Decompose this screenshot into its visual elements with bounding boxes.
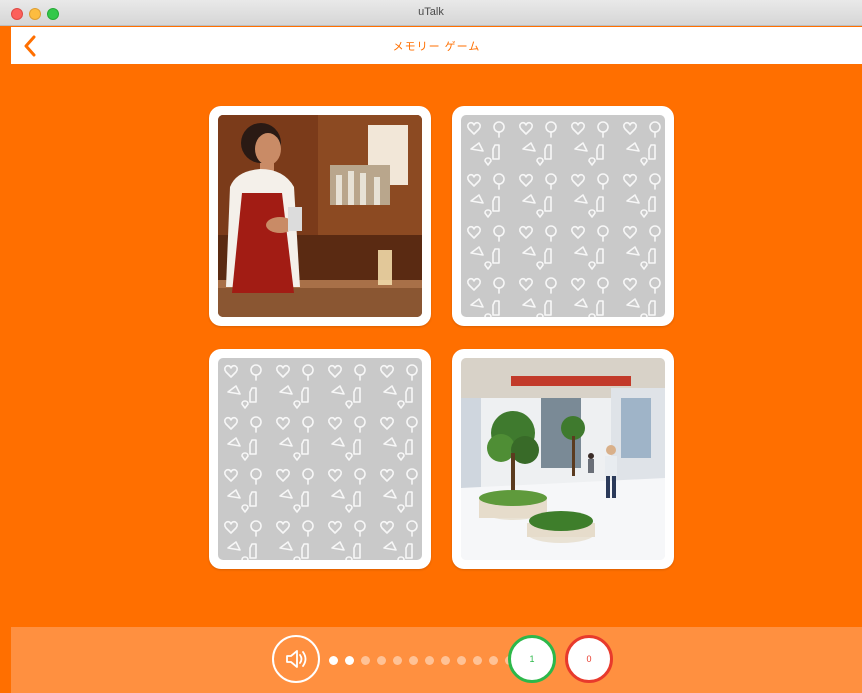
audio-button[interactable] — [272, 635, 320, 683]
memory-card-1[interactable] — [209, 106, 431, 326]
page-title: メモリー ゲーム — [392, 41, 481, 53]
progress-dot — [329, 655, 338, 665]
app-window: uTalk メモリー ゲーム 1 0 — [0, 0, 862, 693]
progress-dot — [473, 655, 482, 665]
progress-dot — [425, 655, 434, 665]
progress-dot — [409, 655, 418, 665]
correct-score-badge: 1 — [508, 635, 556, 683]
progress-indicator — [329, 655, 514, 665]
barista-photo — [218, 115, 422, 317]
footer-bar: 1 0 — [11, 627, 862, 693]
progress-dot — [345, 655, 354, 665]
wrong-score-badge: 0 — [565, 635, 613, 683]
progress-dot — [377, 655, 386, 665]
shopping-mall-photo — [461, 358, 665, 560]
progress-dot — [393, 655, 402, 665]
progress-dot — [441, 655, 450, 665]
navigation-bar: メモリー ゲーム — [11, 27, 862, 64]
window-title: uTalk — [418, 6, 444, 18]
speaker-icon — [286, 650, 307, 668]
memory-card-2[interactable] — [452, 106, 674, 326]
memory-card-3[interactable] — [209, 349, 431, 569]
title-bar: uTalk — [0, 0, 862, 26]
card-back-pattern — [218, 358, 422, 560]
memory-card-4[interactable] — [452, 349, 674, 569]
progress-dot — [457, 655, 466, 665]
progress-dot — [489, 655, 498, 665]
card-back-pattern — [461, 115, 665, 317]
progress-dot — [361, 655, 370, 665]
memory-game-board — [11, 64, 862, 627]
